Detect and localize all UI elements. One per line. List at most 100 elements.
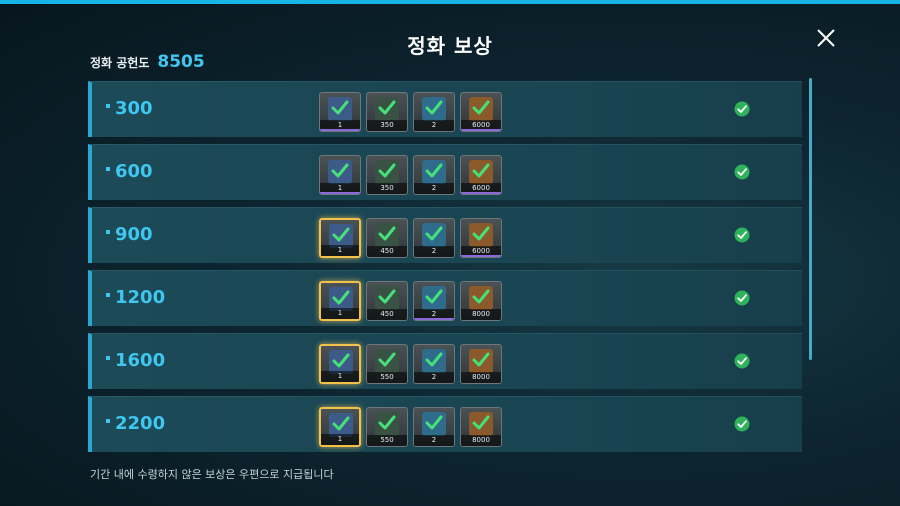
checkmark-icon [425, 100, 443, 115]
reward-tier-list: 300 1 350 2 6000 600 1 350 2 6000 900 1 450 2 6000 1200… [88, 81, 802, 459]
checkmark-icon [472, 289, 490, 304]
tier-value: 900 [115, 224, 153, 245]
reward-item[interactable]: 1 [319, 407, 361, 447]
checkmark-icon [332, 416, 350, 431]
tier-value: 300 [115, 98, 153, 119]
item-quantity: 1 [321, 308, 359, 319]
item-quantity: 6000 [461, 183, 501, 194]
item-quantity: 1 [320, 183, 360, 194]
bullet-icon [106, 104, 110, 108]
reward-item[interactable]: 6000 [460, 155, 502, 195]
checkmark-icon [378, 226, 396, 241]
checkmark-icon [378, 163, 396, 178]
item-quantity: 1 [321, 434, 359, 445]
checkmark-icon [378, 289, 396, 304]
item-quantity: 8000 [461, 435, 501, 446]
claimed-check-icon [734, 416, 750, 432]
item-quantity: 2 [414, 183, 454, 194]
reward-item[interactable]: 2 [413, 218, 455, 258]
top-accent-bar [0, 0, 900, 4]
item-quantity: 550 [367, 372, 407, 383]
item-quantity: 1 [321, 245, 359, 256]
checkmark-icon [425, 415, 443, 430]
reward-item[interactable]: 8000 [460, 281, 502, 321]
reward-item[interactable]: 8000 [460, 344, 502, 384]
claimed-check-icon [734, 101, 750, 117]
tier-threshold: 2200 [106, 413, 165, 434]
tier-threshold: 1600 [106, 350, 165, 371]
close-button[interactable] [814, 26, 838, 50]
tier-threshold: 900 [106, 224, 153, 245]
item-quantity: 350 [367, 183, 407, 194]
checkmark-icon [331, 163, 349, 178]
checkmark-icon [331, 100, 349, 115]
checkmark-icon [378, 415, 396, 430]
score-value: 8505 [157, 52, 205, 72]
checkmark-icon [425, 352, 443, 367]
reward-items: 1 450 2 8000 [319, 281, 502, 321]
reward-item[interactable]: 450 [366, 218, 408, 258]
claimed-check-icon [734, 164, 750, 180]
reward-items: 1 550 2 8000 [319, 344, 502, 384]
reward-item[interactable]: 6000 [460, 92, 502, 132]
reward-item[interactable]: 2 [413, 92, 455, 132]
claimed-check-icon [734, 227, 750, 243]
reward-item[interactable]: 1 [319, 92, 361, 132]
reward-item[interactable]: 2 [413, 344, 455, 384]
checkmark-icon [472, 100, 490, 115]
reward-items: 1 450 2 6000 [319, 218, 502, 258]
reward-item[interactable]: 2 [413, 281, 455, 321]
claimed-check-icon [734, 290, 750, 306]
reward-item[interactable]: 2 [413, 155, 455, 195]
claimed-check-icon [734, 353, 750, 369]
checkmark-icon [332, 290, 350, 305]
tier-threshold: 600 [106, 161, 153, 182]
reward-item[interactable]: 1 [319, 344, 361, 384]
item-quantity: 1 [320, 120, 360, 131]
checkmark-icon [425, 289, 443, 304]
checkmark-icon [425, 226, 443, 241]
checkmark-icon [425, 163, 443, 178]
bullet-icon [106, 293, 110, 297]
tier-value: 1600 [115, 350, 166, 371]
reward-items: 1 350 2 6000 [319, 92, 502, 132]
reward-item[interactable]: 1 [319, 218, 361, 258]
reward-item[interactable]: 450 [366, 281, 408, 321]
reward-items: 1 350 2 6000 [319, 155, 502, 195]
reward-item[interactable]: 8000 [460, 407, 502, 447]
tier-value: 1200 [115, 287, 166, 308]
close-icon [817, 29, 835, 47]
reward-row: 900 1 450 2 6000 [88, 207, 802, 263]
item-quantity: 550 [367, 435, 407, 446]
item-quantity: 8000 [461, 372, 501, 383]
checkmark-icon [332, 227, 350, 242]
checkmark-icon [378, 100, 396, 115]
item-quantity: 2 [414, 309, 454, 320]
bullet-icon [106, 356, 110, 360]
reward-row: 1600 1 550 2 8000 [88, 333, 802, 389]
item-quantity: 450 [367, 309, 407, 320]
checkmark-icon [378, 352, 396, 367]
reward-item[interactable]: 550 [366, 344, 408, 384]
reward-row: 300 1 350 2 6000 [88, 81, 802, 137]
reward-items: 1 550 2 8000 [319, 407, 502, 447]
item-quantity: 450 [367, 246, 407, 257]
tier-threshold: 300 [106, 98, 153, 119]
list-scrollbar[interactable] [809, 78, 812, 360]
item-quantity: 6000 [461, 120, 501, 131]
item-quantity: 2 [414, 435, 454, 446]
item-quantity: 350 [367, 120, 407, 131]
tier-threshold: 1200 [106, 287, 165, 308]
tier-value: 600 [115, 161, 153, 182]
reward-item[interactable]: 6000 [460, 218, 502, 258]
reward-item[interactable]: 1 [319, 155, 361, 195]
reward-item[interactable]: 350 [366, 92, 408, 132]
reward-item[interactable]: 1 [319, 281, 361, 321]
reward-item[interactable]: 2 [413, 407, 455, 447]
item-quantity: 8000 [461, 309, 501, 320]
item-quantity: 1 [321, 371, 359, 382]
reward-item[interactable]: 350 [366, 155, 408, 195]
tier-value: 2200 [115, 413, 166, 434]
contribution-score: 정화 공헌도 8505 [90, 52, 205, 72]
reward-item[interactable]: 550 [366, 407, 408, 447]
